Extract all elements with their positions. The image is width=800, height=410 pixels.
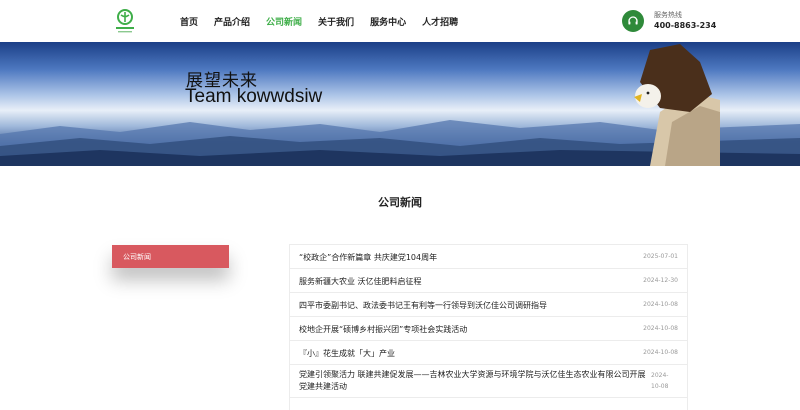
nav-item-service[interactable]: 服务中心: [370, 15, 406, 28]
news-item[interactable]: “校政企”合作新篇章 共庆建党104周年 2025-07-01: [290, 245, 687, 269]
news-date: 2024-10-08: [643, 325, 678, 332]
banner-landscape: [0, 44, 800, 166]
headset-icon: [622, 10, 644, 32]
news-item[interactable]: 党建引领聚活力 联建共建促发展——吉林农业大学资源与环境学院与沃亿佳生态农业有限…: [290, 365, 687, 398]
news-list: “校政企”合作新篇章 共庆建党104周年 2025-07-01 服务新疆大农业 …: [289, 244, 688, 410]
news-title[interactable]: 四平市委副书记、政法委书记王有利等一行领导到沃亿佳公司调研指导: [299, 300, 547, 311]
header: 首页 产品介绍 公司新闻 关于我们 服务中心 人才招聘 服务热线 400-886…: [0, 0, 800, 42]
news-date: 2025-07-01: [643, 253, 678, 260]
section-title: 公司新闻: [378, 196, 422, 209]
eagle-illustration: [634, 44, 712, 112]
news-date: 2024-12-30: [643, 277, 678, 284]
main-nav: 首页 产品介绍 公司新闻 关于我们 服务中心 人才招聘: [180, 15, 474, 28]
banner-subtitle: Team kowwdsiw: [185, 86, 323, 107]
nav-item-about[interactable]: 关于我们: [318, 15, 354, 28]
hotline-number: 400-8863-234: [654, 21, 717, 30]
news-date: 2024-10-08: [643, 301, 678, 308]
news-title[interactable]: 『小』花生成就「大」产业: [299, 348, 395, 359]
news-title[interactable]: 校地企开展“硕博乡村振兴团”专项社会实践活动: [299, 324, 467, 335]
side-menu-label: 公司新闻: [123, 253, 151, 261]
hotline-label: 服务热线: [654, 11, 682, 19]
nav-item-careers[interactable]: 人才招聘: [422, 15, 458, 28]
side-menu-item-news[interactable]: 公司新闻: [112, 245, 229, 268]
nav-item-products[interactable]: 产品介绍: [214, 15, 250, 28]
news-item[interactable]: 『小』花生成就「大」产业 2024-10-08: [290, 341, 687, 365]
news-title[interactable]: 服务新疆大农业 沃亿佳肥料启征程: [299, 276, 422, 287]
news-title[interactable]: “校政企”合作新篇章 共庆建党104周年: [299, 252, 437, 263]
nav-item-news[interactable]: 公司新闻: [266, 15, 302, 28]
hero-banner: 展望未来 Team kowwdsiw: [0, 42, 800, 166]
news-date: 2024-10-08: [643, 349, 678, 356]
news-title[interactable]: 党建引领聚活力 联建共建促发展——吉林农业大学资源与环境学院与沃亿佳生态农业有限…: [299, 369, 651, 393]
nav-item-home[interactable]: 首页: [180, 15, 198, 28]
news-item[interactable]: 四平市委副书记、政法委书记王有利等一行领导到沃亿佳公司调研指导 2024-10-…: [290, 293, 687, 317]
company-logo[interactable]: [113, 8, 137, 34]
news-item[interactable]: 服务新疆大农业 沃亿佳肥料启征程 2024-12-30: [290, 269, 687, 293]
news-date: 2024-10-08: [651, 372, 669, 390]
news-item[interactable]: 校地企开展“硕博乡村振兴团”专项社会实践活动 2024-10-08: [290, 317, 687, 341]
